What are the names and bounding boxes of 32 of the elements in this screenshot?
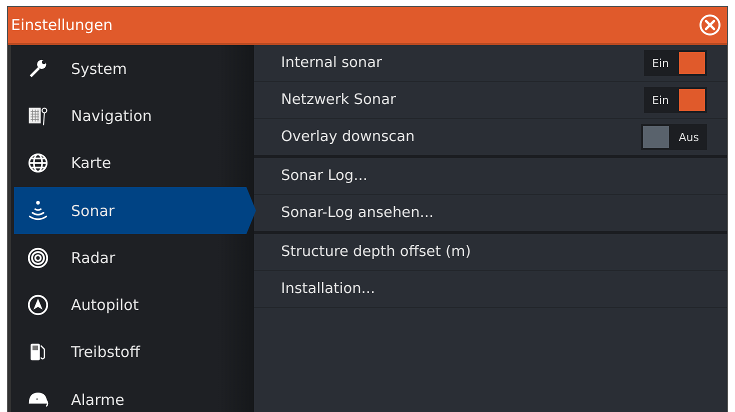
settings-row[interactable]: Internal sonar Ein bbox=[254, 45, 727, 82]
wrench-icon bbox=[27, 58, 49, 80]
setting-label: Sonar Log... bbox=[281, 168, 368, 184]
radar-icon bbox=[27, 246, 49, 269]
calculator-icon bbox=[27, 104, 49, 127]
sidebar-item[interactable]: Sonar bbox=[14, 186, 256, 234]
settings-row[interactable]: Structure depth offset (m) bbox=[254, 234, 727, 271]
sidebar-item[interactable]: Treibstoff bbox=[14, 328, 254, 376]
toggle-switch[interactable]: Ein bbox=[644, 50, 707, 76]
toggle-switch[interactable]: Aus bbox=[640, 124, 707, 150]
toggle-switch[interactable]: Ein bbox=[644, 87, 707, 113]
settings-row[interactable]: Overlay downscan Aus bbox=[254, 119, 727, 158]
setting-label: Structure depth offset (m) bbox=[281, 244, 471, 260]
sidebar-item[interactable]: Autopilot bbox=[14, 281, 254, 329]
setting-label: Sonar-Log ansehen... bbox=[281, 205, 434, 221]
settings-row[interactable]: Netzwerk Sonar Ein bbox=[254, 82, 727, 119]
close-icon[interactable] bbox=[699, 14, 721, 36]
sidebar-item[interactable]: Radar bbox=[14, 234, 254, 282]
globe-icon bbox=[27, 152, 49, 174]
setting-label: Installation... bbox=[281, 281, 376, 297]
setting-label: Overlay downscan bbox=[281, 129, 415, 145]
settings-row[interactable]: Sonar-Log ansehen... bbox=[254, 195, 727, 234]
setting-label: Internal sonar bbox=[281, 55, 382, 71]
sidebar-item[interactable]: Alarme bbox=[14, 376, 254, 412]
settings-row[interactable]: Sonar Log... bbox=[254, 158, 727, 195]
sidebar-item[interactable]: Karte bbox=[14, 140, 254, 187]
sidebar-item[interactable]: System bbox=[14, 45, 254, 92]
settings-row[interactable]: Installation... bbox=[254, 271, 727, 308]
sidebar-item[interactable]: Navigation bbox=[14, 92, 254, 140]
sonar-icon bbox=[27, 200, 49, 222]
setting-label: Netzwerk Sonar bbox=[281, 92, 396, 108]
window-title: Einstellungen bbox=[11, 16, 113, 34]
